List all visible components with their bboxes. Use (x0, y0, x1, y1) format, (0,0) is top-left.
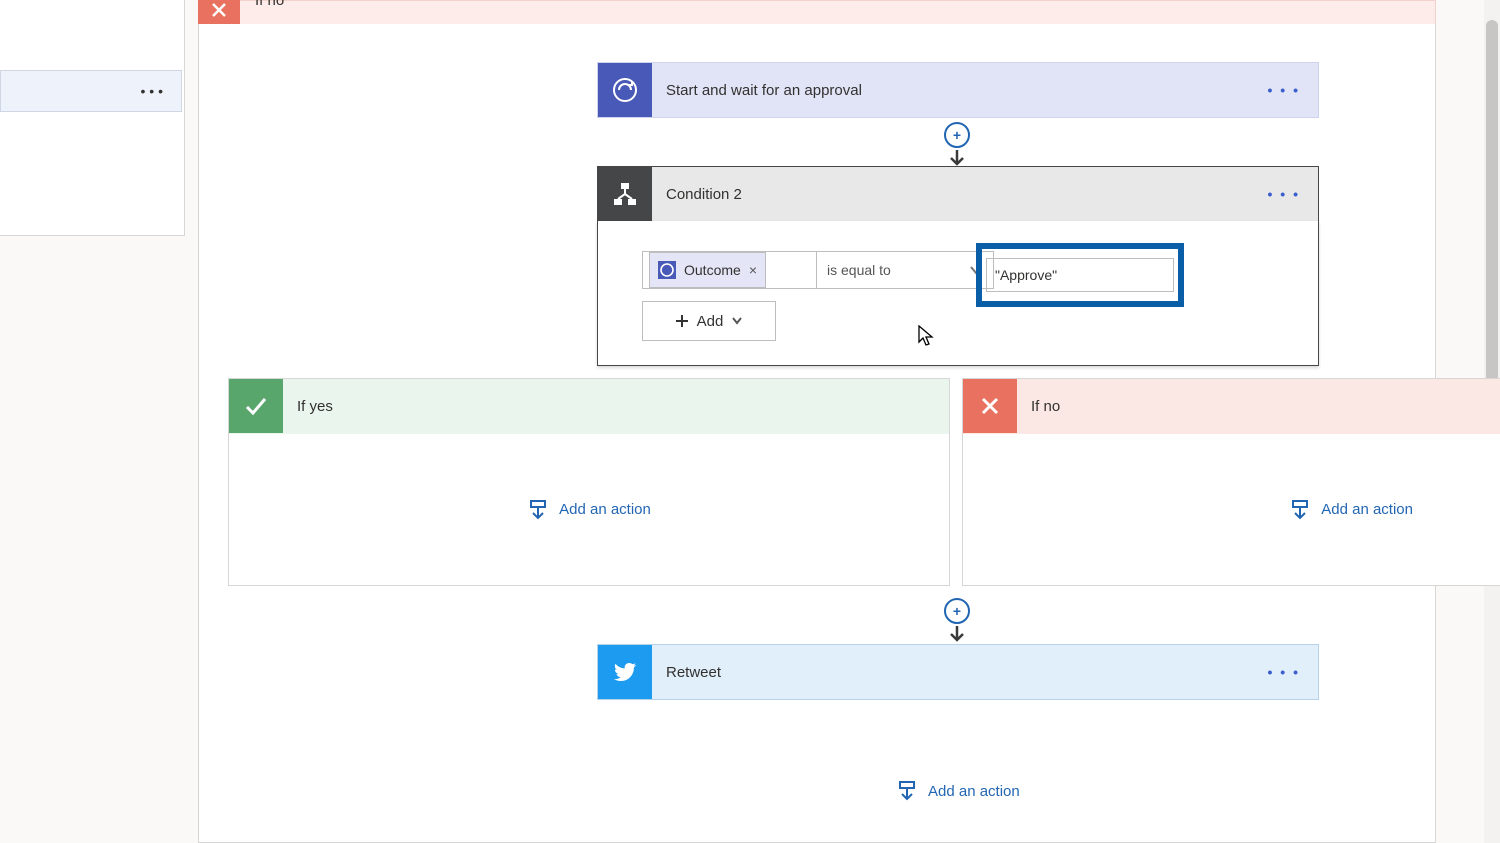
twitter-icon (598, 645, 652, 699)
left-partial-card[interactable]: • • • (0, 70, 182, 112)
check-icon (229, 379, 283, 433)
if-yes-label: If yes (283, 398, 347, 415)
condition-value-highlight: "Approve" (976, 243, 1184, 307)
cursor-icon (918, 325, 936, 350)
retweet-title: Retweet (652, 664, 1250, 681)
add-action-icon (527, 499, 549, 521)
retweet-step[interactable]: Retweet • • • (597, 644, 1319, 700)
condition-value-input[interactable]: "Approve" (986, 258, 1174, 292)
condition-left-operand[interactable]: Outcome × (642, 251, 818, 289)
condition-operator-dropdown[interactable]: is equal to (816, 251, 994, 289)
approval-title: Start and wait for an approval (652, 82, 1250, 99)
if-no-branch: If no Add an action (962, 378, 1500, 586)
condition-step-header[interactable]: Condition 2 • • • (597, 166, 1319, 222)
if-no-header[interactable]: If no (963, 379, 1500, 434)
if-yes-add-action[interactable]: Add an action (527, 499, 651, 521)
left-partial-panel (0, 0, 185, 236)
condition-add-button[interactable]: Add (642, 301, 776, 341)
condition-title: Condition 2 (652, 186, 1250, 203)
if-yes-branch: If yes Add an action (228, 378, 950, 586)
condition-more-icon[interactable]: • • • (1250, 186, 1318, 202)
close-icon (963, 379, 1017, 433)
chevron-down-icon (731, 315, 743, 327)
approval-icon (658, 261, 676, 279)
if-no-label: If no (1017, 398, 1074, 415)
operator-value: is equal to (827, 262, 891, 278)
insert-step-button[interactable]: + (944, 598, 970, 644)
bottom-add-action-label: Add an action (928, 783, 1020, 800)
more-menu-icon[interactable]: • • • (141, 83, 163, 99)
top-ifno-label: If no (255, 0, 284, 9)
dynamic-token[interactable]: Outcome × (649, 252, 766, 288)
insert-step-button[interactable]: + (944, 122, 970, 168)
if-yes-header[interactable]: If yes (229, 379, 949, 434)
retweet-more-icon[interactable]: • • • (1250, 664, 1318, 680)
condition-add-label: Add (697, 313, 724, 330)
if-yes-add-action-label: Add an action (559, 501, 651, 518)
condition-step-body: Outcome × is equal to "Approve" Add (597, 221, 1319, 366)
token-label: Outcome (684, 262, 741, 278)
top-ifno-header (198, 0, 1436, 26)
add-action-icon (896, 780, 918, 802)
if-no-add-action-label: Add an action (1321, 501, 1413, 518)
approval-icon (598, 63, 652, 117)
approval-step[interactable]: Start and wait for an approval • • • (597, 62, 1319, 118)
close-icon (198, 0, 240, 24)
condition-value-text: "Approve" (995, 267, 1057, 283)
approval-more-icon[interactable]: • • • (1250, 82, 1318, 98)
condition-icon (598, 167, 652, 221)
bottom-add-action[interactable]: Add an action (896, 780, 1020, 802)
add-action-icon (1289, 499, 1311, 521)
if-no-add-action[interactable]: Add an action (1289, 499, 1413, 521)
plus-icon (675, 314, 689, 328)
token-remove-icon[interactable]: × (749, 262, 757, 278)
